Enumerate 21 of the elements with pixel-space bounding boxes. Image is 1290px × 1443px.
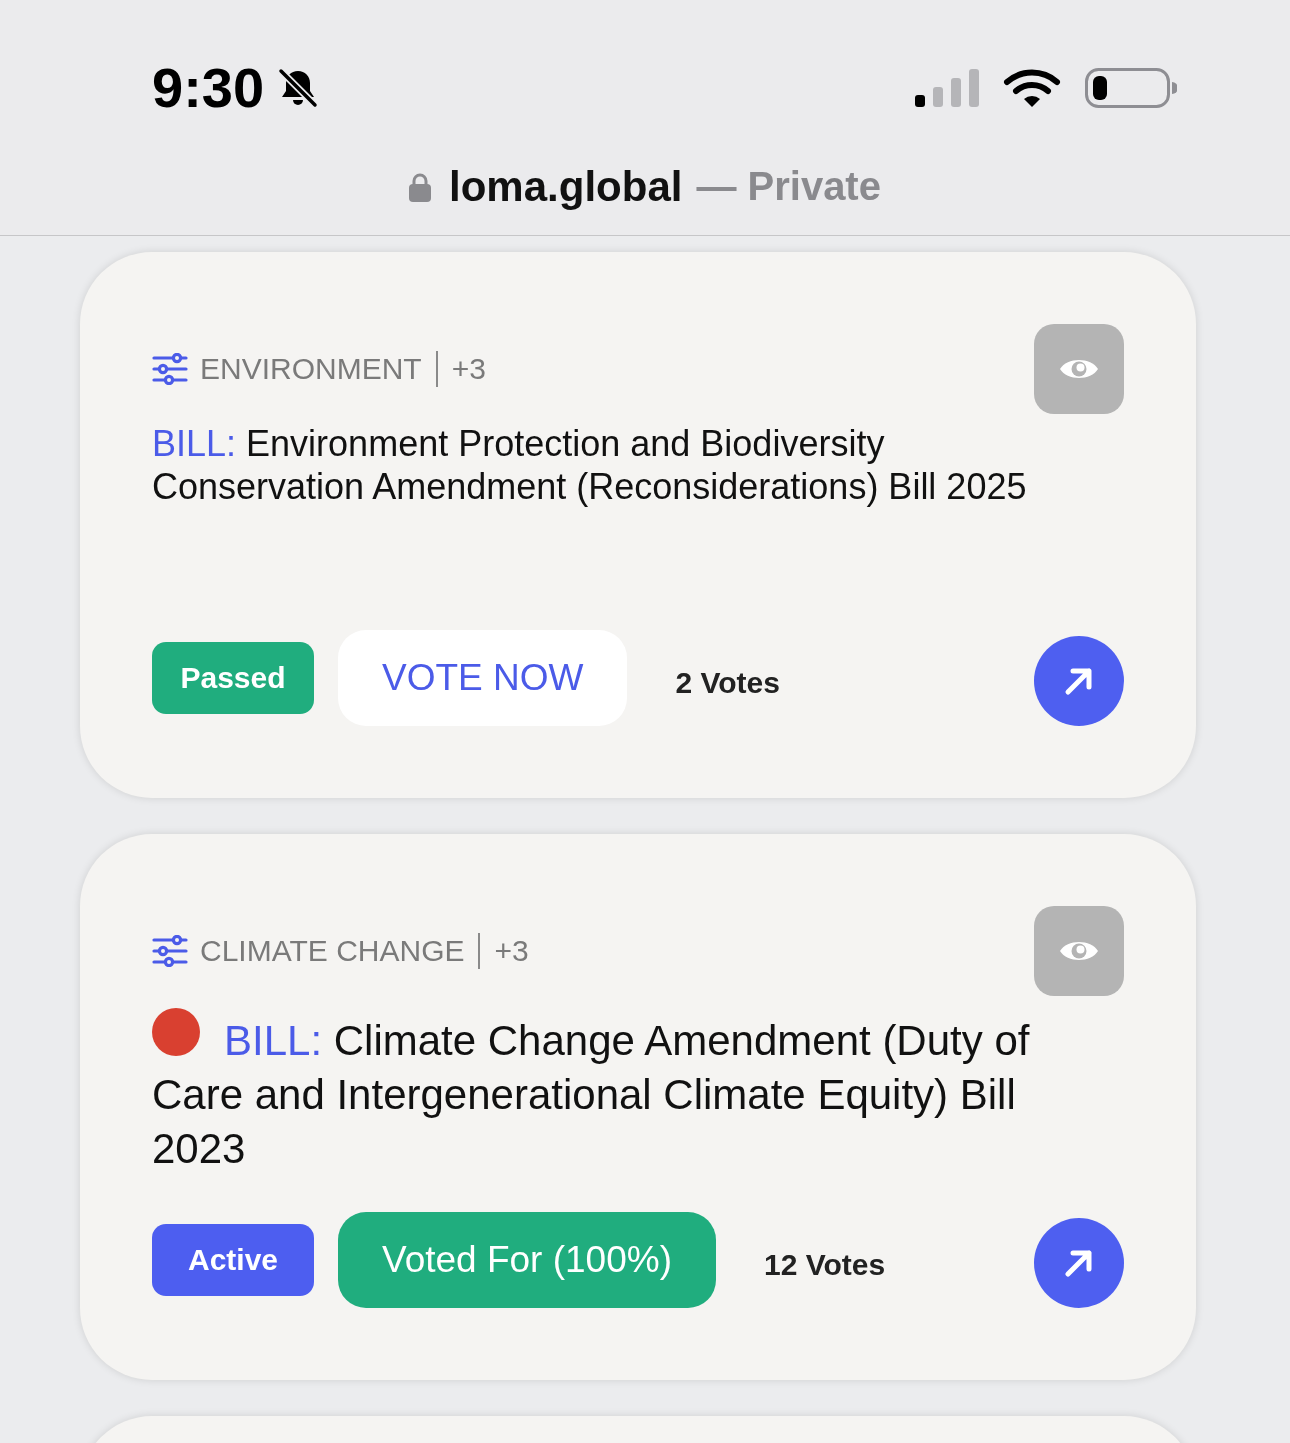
status-badge: Passed: [152, 642, 314, 714]
more-tags-count: +3: [494, 934, 529, 968]
vote-count: 2 Votes: [675, 666, 780, 700]
wifi-icon: [1003, 68, 1061, 108]
bill-title: BILL: Climate Change Amendment (Duty of Care and Intergenerational Climate Equity) Bill 2023: [152, 1016, 1031, 1174]
sliders-icon: [152, 353, 188, 385]
more-tags-count: +3: [451, 352, 486, 386]
vote-button[interactable]: Voted For (100%): [338, 1212, 716, 1308]
vote-button[interactable]: VOTE NOW: [338, 630, 628, 726]
private-label: — Private: [696, 164, 881, 209]
sliders-icon: [152, 935, 188, 967]
vote-count: 12 Votes: [764, 1248, 886, 1282]
bill-title: BILL: Environment Protection and Biodiversity Conservation Amendment (Reconsiderations) Bill 2025: [152, 422, 1028, 508]
lock-icon: [409, 171, 432, 202]
category-label: ENVIRONMENT: [200, 352, 422, 386]
category-label: CLIMATE CHANGE: [200, 934, 465, 968]
site-domain: loma.global: [449, 162, 683, 211]
signal-icon: [915, 69, 979, 107]
status-time: 9:30: [152, 60, 265, 116]
battery-icon: [1085, 68, 1177, 108]
status-badge: Active: [152, 1224, 314, 1296]
